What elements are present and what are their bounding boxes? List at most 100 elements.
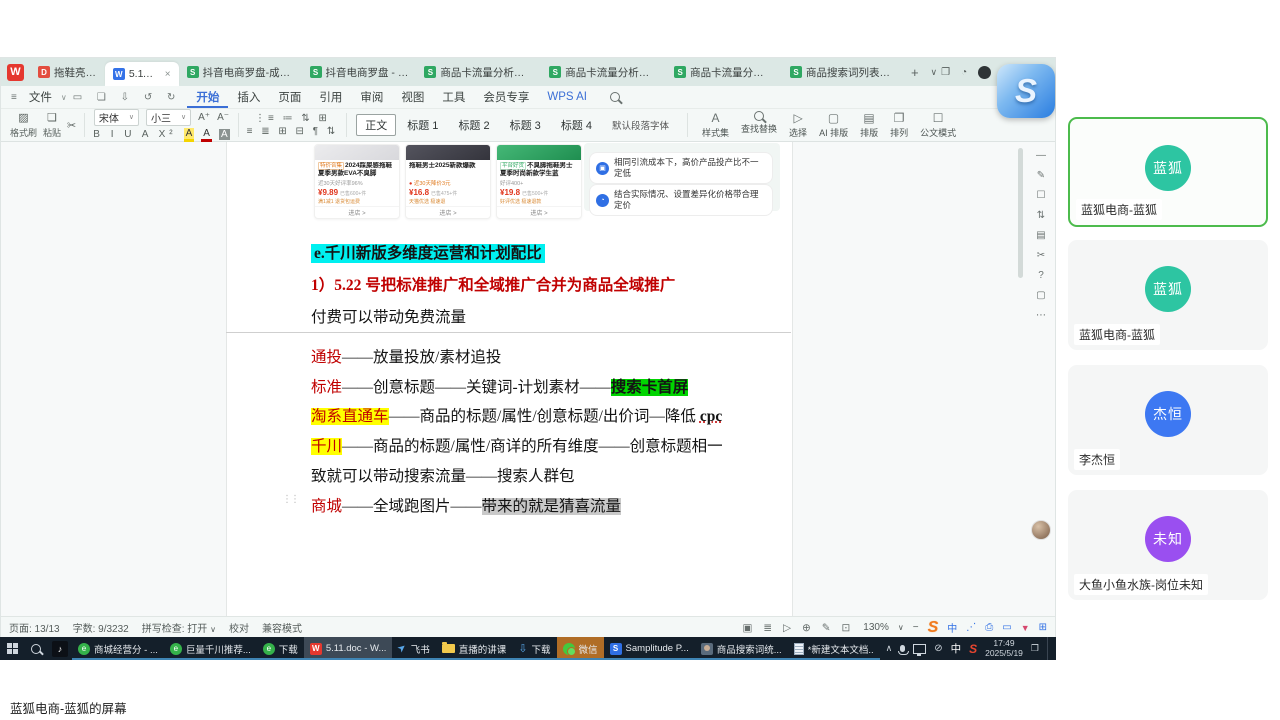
zoom-level[interactable]: 130% [863,622,889,633]
style-heading3[interactable]: 标题 3 [501,114,550,136]
taskbar-search-icon[interactable] [24,637,48,660]
sunlogin-overlay-icon[interactable]: S [928,619,939,637]
taskbar-item-samplitude[interactable]: SSamplitude P... [604,637,695,660]
menu-wps-ai[interactable]: WPS AI [538,86,596,108]
notification-icon[interactable]: ❐ [1031,643,1039,654]
select-button[interactable]: ▷选择 [784,110,812,140]
select-lasso-icon[interactable]: ☐ [1037,190,1046,201]
funnel-overlay-icon[interactable]: ▼ [1021,623,1030,633]
start-button[interactable] [0,637,24,660]
shape-icon[interactable]: ▢ [1036,290,1045,301]
image-tool-icon[interactable]: ▤ [1036,230,1045,241]
sunlogin-tray-icon[interactable]: S [969,642,977,656]
view-mode-icons[interactable]: ▣ ≣ ▷ ⊕ ✎ ⊡ [743,622,855,634]
participant-tile[interactable]: 蓝狐 蓝狐电商-蓝狐 [1068,240,1268,350]
text-style-buttons[interactable]: B I U A X² [93,129,176,140]
taskbar-item-browser[interactable]: e商城经营分 - ... [72,637,164,660]
highlight-color-button[interactable]: A [184,128,195,142]
screenshot-icon[interactable]: ✂ [1037,250,1045,261]
menu-file[interactable]: 文件 [20,86,61,108]
taskbar-item-browser[interactable]: e巨量千川推荐... [164,637,257,660]
typeset-button[interactable]: ▤排版 [855,110,883,140]
taskbar-item-folder[interactable]: 直播的讲课 [436,637,513,660]
layout-icon[interactable]: ❐ [941,67,950,78]
menu-review[interactable]: 审阅 [351,86,392,108]
grid-overlay-icon[interactable]: ⊞ [1039,622,1047,633]
tab-sheet[interactable]: S 抖音电商罗盘-成交分析 [179,61,302,83]
mic-overlay-icon[interactable]: ⎙ [985,622,993,633]
taskbar-item-wechat[interactable]: 微信 [557,637,604,660]
taskbar-item-feishu[interactable]: ➤飞书 [392,637,435,660]
cut-button[interactable]: ✂ [67,119,76,132]
input-method-overlay-icon[interactable]: 中 [947,620,957,635]
collapse-icon[interactable]: — [1036,150,1046,161]
mic-tray-icon[interactable] [900,645,905,652]
more-icon[interactable]: ⋯ [1036,310,1046,321]
taskbar-item-browser[interactable]: e下载 [257,637,304,660]
quick-toolbar-icons[interactable]: ▭ ❏ ⇩ ↺ ↻ [73,92,182,103]
tab-sheet[interactable]: S 商品卡流量分析流量来.. [416,61,541,83]
paragraph-drag-handle[interactable]: ⋮⋮ [282,494,298,505]
taskbar-item-downloads[interactable]: ⇩下载 [512,637,556,660]
menu-home[interactable]: 开始 [187,86,228,108]
taskbar-item-app[interactable]: 商品搜索词统... [695,637,788,660]
keyboard-overlay-icon[interactable]: ▭ [1002,622,1011,633]
user-avatar[interactable] [1031,520,1051,540]
shrink-font-button[interactable]: A⁻ [217,112,229,123]
hidden-icons-chevron[interactable]: ∧ [886,643,893,654]
search-icon[interactable] [610,92,620,102]
zoom-out-button[interactable]: − [913,622,919,633]
list-buttons[interactable]: ⋮≡ ≔ ⇅ ⊞ [255,113,330,124]
douyin-app-icon[interactable]: ♪ [48,637,72,660]
grow-font-button[interactable]: A⁺ [198,112,210,123]
spellcheck-status[interactable]: 拼写检查: 打开 ∨ [142,620,216,635]
participant-tile[interactable]: 杰恒 李杰恒 [1068,365,1268,475]
tab-list-chevron[interactable]: ∨ [931,67,938,78]
ai-typeset-button[interactable]: ▢AI 排版 [814,110,853,140]
tab-sheet[interactable]: S 商品卡流量分析汇总.. [666,61,782,83]
style-heading1[interactable]: 标题 1 [398,114,447,136]
taskbar-item-wps[interactable]: W5.11.doc - W... [304,637,393,660]
show-desktop-button[interactable] [1047,637,1052,660]
menu-member[interactable]: 会员专享 [474,86,538,108]
display-tray-icon[interactable] [913,644,926,654]
tab-doc-active[interactable]: W 5.11.doc × [105,62,179,86]
taskbar-clock[interactable]: 17:492025/5/19 [985,639,1023,659]
pen-icon[interactable]: ✎ [1037,170,1045,181]
tab-template[interactable]: D 拖鞋亮模板 [30,61,105,83]
style-default-font[interactable]: 默认段落字体 [603,115,678,135]
menu-tools[interactable]: 工具 [433,86,474,108]
help-icon[interactable]: ? [1038,270,1044,281]
menu-insert[interactable]: 插入 [228,86,269,108]
style-normal[interactable]: 正文 [356,114,396,136]
tab-sheet[interactable]: S 商品卡流量分析流量来.. [541,61,666,83]
paste-button[interactable]: ❏ 粘贴 [43,111,61,139]
adjust-icon[interactable]: ⇅ [1037,210,1045,221]
theme-icon[interactable]: ◔ [961,67,967,78]
taskbar-item-notepad[interactable]: *新建文本文档.. [788,637,880,660]
font-size-select[interactable]: 小三∨ [146,109,191,126]
find-replace-button[interactable]: 查找替换 [736,110,782,136]
participant-tile[interactable]: 蓝狐 蓝狐电商-蓝狐 [1068,117,1268,227]
style-heading4[interactable]: 标题 4 [552,114,601,136]
participant-tile[interactable]: 未知 大鱼小鱼水族-岗位未知 [1068,490,1268,600]
align-buttons[interactable]: ≡ ≣ ⊞ ⊟ ¶ ⇅ [247,126,339,137]
input-method-indicator[interactable]: 中 [951,641,962,656]
hamburger-icon[interactable]: ≡ [11,92,17,103]
char-shading-button[interactable]: A [219,129,230,140]
format-painter-button[interactable]: ▨ 格式刷 [10,111,37,139]
arrange-button[interactable]: ❐排列 [885,110,913,140]
proofread-button[interactable]: 校对 [229,620,249,635]
menu-reference[interactable]: 引用 [310,86,351,108]
menu-page[interactable]: 页面 [269,86,310,108]
styleset-button[interactable]: A样式集 [697,110,734,140]
style-heading2[interactable]: 标题 2 [449,114,498,136]
tab-close-icon[interactable]: × [165,69,171,80]
font-color-button[interactable]: A [201,128,212,142]
vertical-scrollbar[interactable] [1018,148,1023,278]
tab-sheet[interactable]: S 商品搜索词列表_统计.. [782,61,903,83]
account-avatar[interactable] [978,66,991,79]
speaker-mute-icon[interactable]: ⊘ [934,643,942,654]
new-tab-button[interactable]: + [911,65,919,80]
font-name-select[interactable]: 宋体∨ [94,109,139,126]
